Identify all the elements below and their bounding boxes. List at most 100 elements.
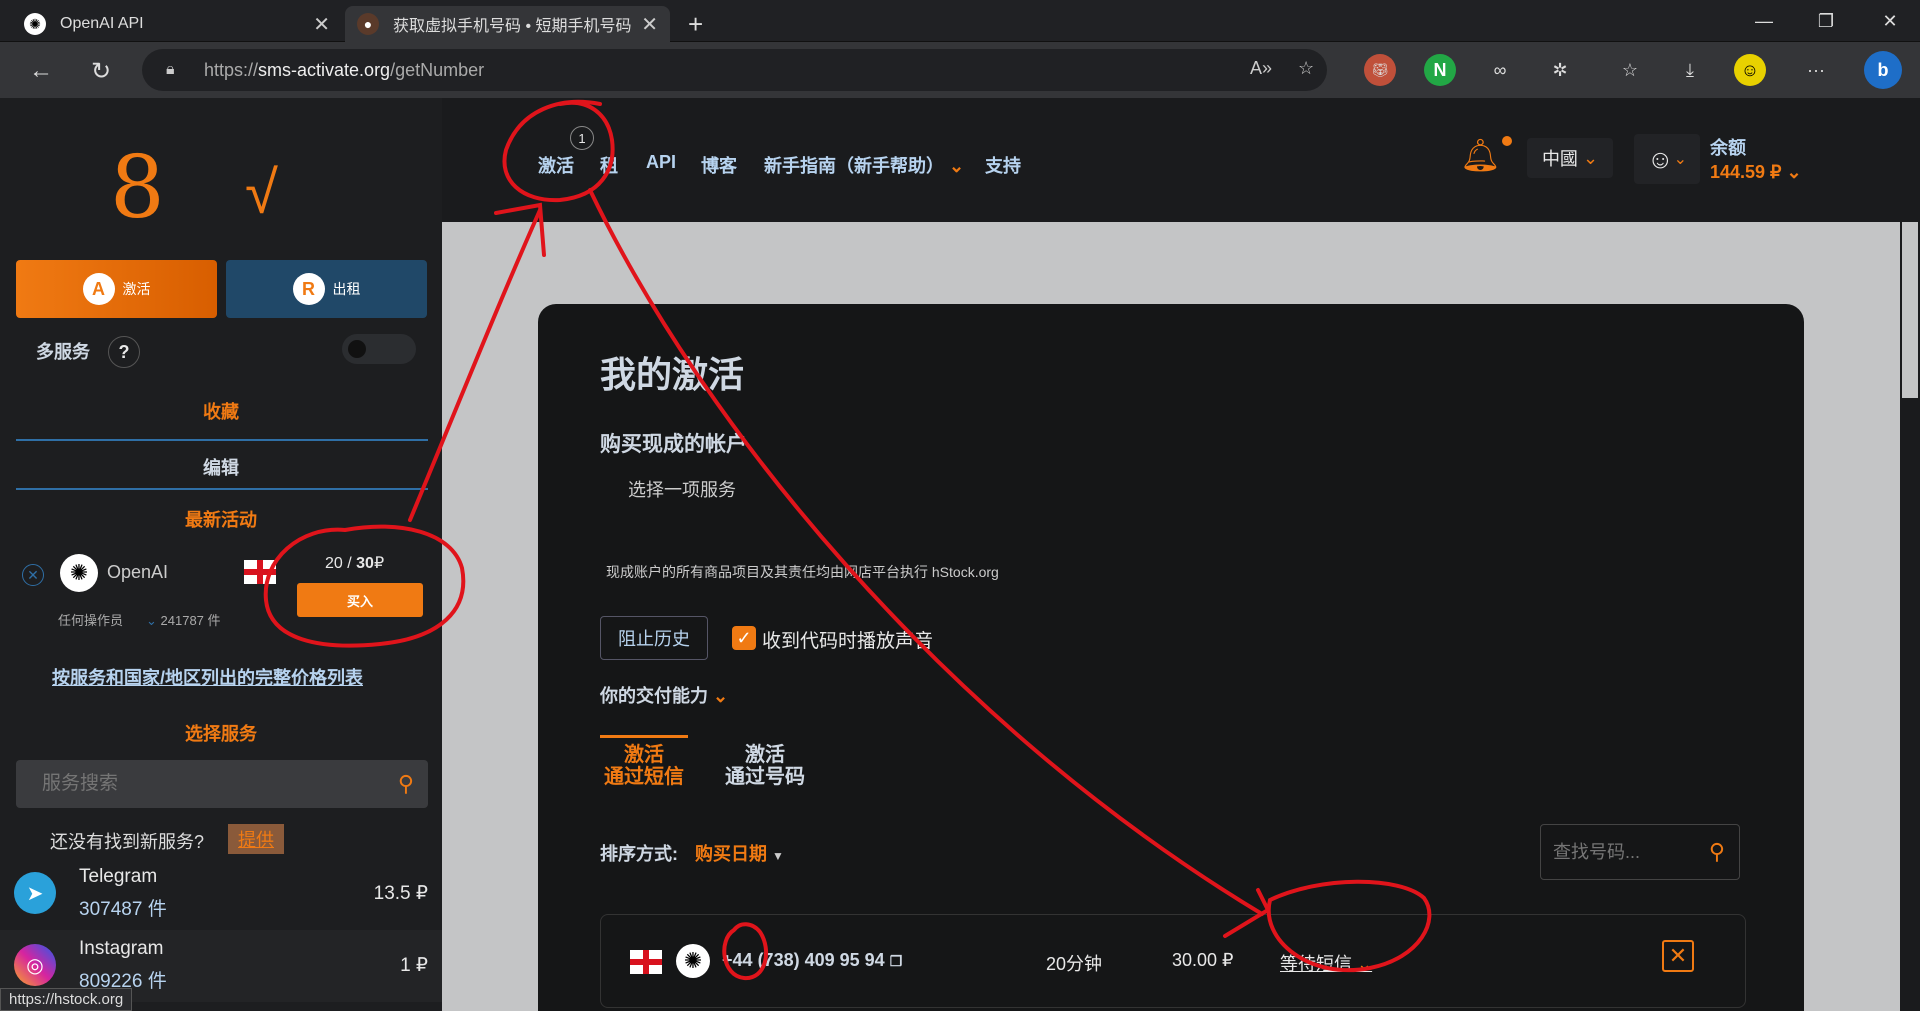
extension-n-icon[interactable]: N — [1424, 54, 1456, 86]
sound-checkbox[interactable]: ✓ — [732, 626, 756, 650]
chevron-down-icon: ⌄ — [713, 686, 729, 706]
chevron-down-icon: ⌄ — [1582, 147, 1599, 168]
help-icon[interactable]: ? — [108, 336, 140, 368]
divider — [16, 488, 428, 490]
nav-guide[interactable]: 新手指南（新手帮助） ⌄ — [764, 152, 964, 178]
recent-activity-heading: 最新活动 — [185, 510, 257, 530]
operator-label: 任何操作员 — [58, 613, 124, 628]
choose-service-select[interactable]: 选择一项服务 — [628, 476, 736, 502]
download-icon[interactable]: ⤓ — [1674, 54, 1706, 86]
close-icon: ✕ — [1668, 943, 1688, 968]
service-item-telegram[interactable]: ➤ Telegram 307487 件 13.5 ₽ — [0, 858, 442, 930]
tab-activation-sms[interactable]: 激活 通过短信 — [600, 744, 688, 788]
buy-button[interactable]: 买入 — [297, 583, 423, 617]
nav-rent[interactable]: 租 — [600, 152, 618, 178]
service-search-input[interactable] — [42, 773, 362, 795]
active-tab-indicator — [600, 735, 688, 738]
extension-fox-icon[interactable]: 🐯︎ — [1364, 54, 1396, 86]
balance-label: 余额 — [1710, 138, 1746, 158]
nav-support[interactable]: 支持 — [985, 152, 1021, 178]
user-menu[interactable]: ☺ ⌄ — [1634, 134, 1700, 184]
find-number-input[interactable] — [1553, 841, 1693, 863]
delivery-dropdown[interactable]: 你的交付能力 ⌄ — [600, 682, 728, 708]
url-bar[interactable]: 🔒︎ https://sms-activate.org/getNumber A»… — [142, 49, 1327, 91]
close-window-icon[interactable]: ✕ — [1860, 0, 1920, 42]
cancel-activation-button[interactable]: ✕ — [1662, 940, 1694, 972]
logo-mark: √ — [245, 159, 278, 226]
remove-recent-icon[interactable]: ✕ — [22, 564, 44, 586]
favorites-icon[interactable]: ☆ — [1614, 54, 1646, 86]
read-aloud-icon[interactable]: A» — [1250, 58, 1272, 79]
tab-openai-api[interactable]: ✺ OpenAI API ✕ — [12, 6, 342, 42]
activations-card: 我的激活 购买现成的帐户 选择一项服务 现成账户的所有商品项目及其责任均由网店平… — [538, 304, 1804, 1011]
nav-blog[interactable]: 博客 — [701, 152, 737, 178]
minimize-icon[interactable]: — — [1734, 0, 1794, 42]
balance-value[interactable]: 144.59 ₽ ⌄ — [1710, 162, 1802, 183]
back-icon[interactable]: ← — [24, 54, 58, 88]
nav-activate[interactable]: 激活 — [538, 152, 574, 178]
favorites-tab[interactable]: 收藏 — [0, 398, 442, 424]
tab-sms-activate[interactable]: ● 获取虚拟手机号码 • 短期手机号码 ✕ — [345, 6, 670, 42]
chevron-down-icon: ⌄ — [146, 613, 157, 628]
notification-dot — [1502, 136, 1512, 146]
extensions-puzzle-icon[interactable]: ✲ — [1544, 54, 1576, 86]
page-content: 8 √ A 激活 R 出租 多服务 ? 收藏 编辑 最新活动 ✕ ✺ OpenA… — [0, 98, 1920, 1011]
block-history-button[interactable]: 阻止历史 — [600, 616, 708, 660]
nav-badge: 1 — [570, 126, 594, 150]
top-navigation: 激活 1 租 API 博客 新手指南（新手帮助） ⌄ 支持 🔔︎ 中國 ⌄ ☺ ⌄… — [442, 98, 1920, 222]
site-logo[interactable]: 8 — [110, 138, 165, 238]
restore-icon[interactable]: ❐ — [1796, 0, 1856, 42]
activate-mode-button[interactable]: A 激活 — [16, 260, 217, 318]
caret-down-icon: ▼ — [772, 849, 784, 863]
sort-label: 排序方式: — [600, 844, 678, 864]
lock-icon: 🔒︎ — [166, 61, 175, 78]
close-icon[interactable]: ✕ — [313, 12, 330, 37]
new-tab-button[interactable]: + — [676, 6, 716, 42]
profile-avatar[interactable]: ☺ — [1734, 54, 1766, 86]
chevron-down-icon: ⌄ — [1357, 954, 1373, 974]
chevron-down-icon: ⌄ — [949, 156, 965, 176]
country-select[interactable]: 中國 ⌄ — [1527, 138, 1613, 178]
recent-price: 20 / 30₽ — [325, 555, 385, 572]
multi-service-toggle[interactable] — [342, 334, 416, 364]
more-icon[interactable]: ··· — [1800, 54, 1832, 86]
extension-glasses-icon[interactable]: ∞ — [1484, 54, 1516, 86]
search-icon[interactable]: ⚲ — [398, 771, 414, 797]
find-number-field: ⚲ — [1540, 824, 1740, 880]
select-service-heading: 选择服务 — [185, 724, 257, 744]
sort-dropdown[interactable]: 购买日期 ▼ — [695, 840, 784, 866]
edit-tab[interactable]: 编辑 — [0, 454, 442, 480]
operator-dropdown[interactable]: ⌄ 241787 件 — [146, 610, 221, 629]
telegram-icon: ➤ — [14, 872, 56, 914]
suggest-link[interactable]: 提供 — [228, 824, 284, 854]
site-favicon-icon: ● — [357, 13, 379, 35]
search-icon[interactable]: ⚲ — [1709, 839, 1725, 865]
scrollbar-thumb[interactable] — [1902, 222, 1918, 398]
recent-service-name: OpenAI — [107, 562, 169, 582]
bell-icon[interactable]: 🔔︎ — [1460, 136, 1501, 174]
close-icon[interactable]: ✕ — [641, 12, 658, 37]
url-text: https://sms-activate.org/getNumber — [204, 59, 485, 80]
phone-number[interactable]: +44 (738) 409 95 94 ❐ — [722, 950, 902, 971]
service-search: ⚲ — [16, 760, 428, 808]
bing-icon[interactable]: b — [1864, 51, 1902, 89]
price-list-link[interactable]: 按服务和国家/地区列出的完整价格列表 — [52, 664, 363, 690]
rent-icon: R — [292, 273, 325, 305]
uk-flag-icon — [244, 560, 276, 584]
tab-title: 获取虚拟手机号码 • 短期手机号码 — [393, 18, 632, 35]
activation-price: 30.00 ₽ — [1172, 950, 1234, 970]
tab-activation-number[interactable]: 激活 通过号码 — [720, 744, 810, 788]
chevron-down-icon: ⌄ — [1673, 151, 1687, 168]
openai-icon: ✺ — [676, 944, 710, 978]
browser-tab-bar: ✺ OpenAI API ✕ ● 获取虚拟手机号码 • 短期手机号码 ✕ + —… — [0, 0, 1920, 42]
page-title: 我的激活 — [600, 354, 745, 395]
reload-icon[interactable]: ↻ — [84, 54, 118, 88]
rent-mode-button[interactable]: R 出租 — [226, 260, 427, 318]
scrollbar[interactable] — [1900, 222, 1920, 1011]
multi-service-label: 多服务 — [36, 342, 90, 362]
activation-time: 20分钟 — [1046, 954, 1103, 974]
favorite-add-icon[interactable]: ☆ — [1298, 58, 1314, 79]
nav-api[interactable]: API — [646, 152, 676, 173]
status-dropdown[interactable]: 等待短信 ⌄ — [1280, 950, 1372, 976]
openai-icon: ✺ — [60, 554, 98, 592]
